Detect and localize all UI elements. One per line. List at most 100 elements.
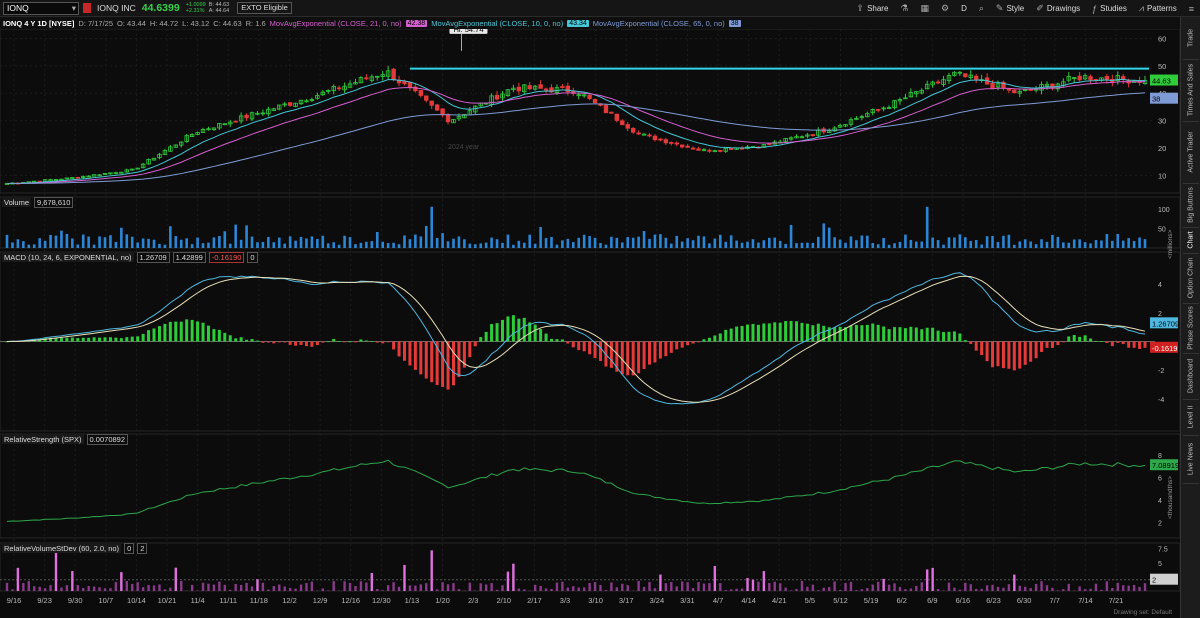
- rvs-name[interactable]: RelativeVolumeStDev (60, 2.0, no): [2, 544, 122, 553]
- candle-body: [609, 111, 614, 114]
- patterns-label: Patterns: [1146, 4, 1177, 13]
- sidebar-item-live-news[interactable]: Live News: [1181, 435, 1200, 483]
- sidebar-item-big-buttons[interactable]: Big Buttons: [1181, 183, 1200, 227]
- volume-bar: [958, 234, 962, 248]
- rvs-bar: [1078, 586, 1081, 591]
- sidebar-item-option-chain[interactable]: Option Chain: [1181, 253, 1200, 303]
- macd-header: MACD (10, 24, 6, EXPONENTIAL, no) 1.2670…: [2, 252, 258, 263]
- flag-icon[interactable]: [83, 3, 91, 13]
- rvs-bar: [506, 571, 510, 591]
- candle-body: [364, 77, 369, 80]
- ma65-label[interactable]: MovAvgExponential (CLOSE, 65, 0, no): [593, 19, 725, 28]
- style-button[interactable]: ✎ Style: [996, 3, 1024, 14]
- macd-histogram-bar: [909, 326, 913, 342]
- volume-bar: [337, 244, 341, 248]
- patterns-button[interactable]: ⩘ Patterns: [1139, 3, 1177, 14]
- share-button[interactable]: ⇪ Share: [857, 3, 889, 14]
- rvs-bar: [22, 583, 25, 591]
- symbol-input[interactable]: IONQ ▾: [3, 1, 79, 15]
- volume-bar: [876, 244, 880, 248]
- rvs-bar: [294, 588, 297, 591]
- macd-histogram-bar: [1040, 341, 1044, 352]
- zoom-button[interactable]: ⌕: [979, 3, 984, 14]
- ma10-label[interactable]: MovAvgExponential (CLOSE, 10, 0, no): [431, 19, 563, 28]
- rvs-bar: [495, 589, 499, 591]
- rvs-bar: [261, 582, 265, 591]
- macd-histogram-bar: [893, 327, 897, 342]
- sidebar-item-level-ii[interactable]: Level II: [1181, 399, 1200, 435]
- macd-histogram-bar: [386, 341, 390, 343]
- macd-name[interactable]: MACD (10, 24, 6, EXPONENTIAL, no): [2, 253, 134, 262]
- chart-title[interactable]: IONQ 4 Y 1D [NYSE]: [3, 19, 74, 28]
- macd-histogram-bar: [544, 333, 548, 342]
- macd-histogram-bar: [724, 329, 728, 342]
- volume-bar: [76, 244, 80, 248]
- drawings-button[interactable]: ✐ Drawings: [1036, 3, 1080, 14]
- macd-histogram-bar: [974, 341, 978, 351]
- rvs-bar: [931, 567, 934, 591]
- macd-histogram-bar: [952, 331, 956, 342]
- volume-bar: [5, 234, 9, 248]
- macd-histogram-bar: [332, 338, 336, 342]
- exto-badge[interactable]: EXTO Eligible: [237, 2, 292, 14]
- grid-button[interactable]: ▦: [921, 3, 930, 14]
- macd-histogram-bar: [996, 341, 1000, 367]
- symbol-value[interactable]: IONQ: [7, 3, 29, 14]
- rvs-bar: [876, 581, 880, 591]
- volume-bar: [893, 243, 896, 248]
- candle-body: [603, 104, 609, 114]
- rvs-bar: [457, 589, 461, 591]
- volume-bar: [669, 243, 673, 248]
- volume-bar: [784, 243, 787, 248]
- candle-body: [587, 94, 592, 100]
- volume-name[interactable]: Volume: [2, 198, 32, 207]
- studies-label: Studies: [1100, 4, 1127, 13]
- macd-histogram-bar: [1132, 341, 1136, 348]
- volume-bar: [909, 239, 913, 248]
- rvs-bar: [430, 550, 433, 591]
- macd-histogram-bar: [898, 327, 902, 342]
- macd-histogram-bar: [697, 341, 701, 343]
- flask-button[interactable]: ⚗: [900, 3, 908, 14]
- macd-histogram-bar: [947, 331, 951, 342]
- rvs-bar: [359, 581, 363, 591]
- sidebar-item-times-and-sales[interactable]: Times And Sales: [1181, 59, 1200, 121]
- rvs-bar: [778, 583, 782, 591]
- menu-button[interactable]: ≡: [1189, 4, 1194, 14]
- volume-bar: [435, 237, 439, 248]
- sidebar-item-phase-scores[interactable]: Phase Scores: [1181, 303, 1200, 353]
- volume-bar: [397, 244, 401, 248]
- sidebar-item-chart[interactable]: Chart: [1181, 227, 1200, 253]
- macd-histogram-bar: [1138, 341, 1142, 349]
- macd-histogram-bar: [353, 341, 357, 343]
- sidebar-item-dashboard[interactable]: Dashboard: [1181, 353, 1200, 399]
- drawing-set-note[interactable]: Drawing set: Default: [1113, 609, 1172, 616]
- rvs-bar: [898, 587, 902, 591]
- rvs-bar: [1105, 581, 1109, 591]
- settings-button[interactable]: ⚙: [941, 3, 949, 14]
- rvs-bar: [490, 583, 493, 591]
- aggregation-button[interactable]: D: [961, 4, 967, 13]
- toolbar-actions: ⇪ Share ⚗ ▦ ⚙ D ⌕ ✎ Style ✐ Drawings ƒ Studi…: [857, 0, 1200, 17]
- sidebar-item-active-trader[interactable]: Active Trader: [1181, 121, 1200, 183]
- rvs-bar: [599, 585, 602, 591]
- studies-button[interactable]: ƒ Studies: [1092, 4, 1127, 14]
- volume-bar: [849, 236, 853, 248]
- chart-area[interactable]: 605040302010Hi: 54.742024 year 10050 42-…: [0, 29, 1180, 618]
- chevron-down-icon[interactable]: ▾: [72, 3, 78, 14]
- candle-body: [696, 148, 701, 151]
- x-tick-label: 6/30: [1017, 596, 1032, 605]
- macd-histogram-bar: [1094, 340, 1098, 342]
- volume-bar: [778, 241, 782, 248]
- rvs-bar: [920, 582, 923, 591]
- macd-histogram-bar: [762, 323, 766, 342]
- sidebar-item-trade[interactable]: Trade: [1181, 17, 1200, 59]
- ma21-label[interactable]: MovAvgExponential (CLOSE, 21, 0, no): [270, 19, 402, 28]
- rs-name[interactable]: RelativeStrength (SPX): [2, 435, 84, 444]
- volume-bar: [1002, 235, 1005, 248]
- rvs-bar: [414, 585, 417, 591]
- rvs-bar: [648, 581, 651, 591]
- volume-bar: [65, 233, 69, 248]
- volume-bar: [506, 234, 510, 248]
- volume-bar: [691, 240, 695, 248]
